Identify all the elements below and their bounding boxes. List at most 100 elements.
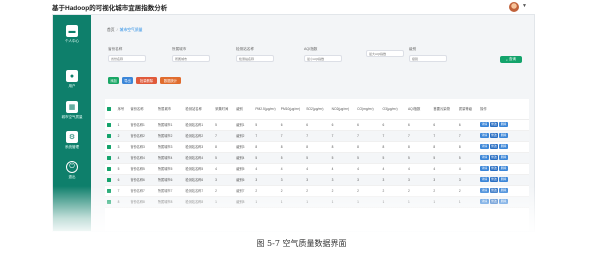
table-cell: 7: [405, 130, 432, 142]
row-actions: 详情修改删除: [478, 163, 529, 175]
delete-button[interactable]: 删除: [499, 166, 508, 171]
modify-button[interactable]: 修改: [489, 177, 499, 182]
avatar[interactable]: [509, 2, 519, 12]
row-checkbox[interactable]: [107, 155, 111, 160]
province-input[interactable]: [108, 55, 146, 62]
batch-delete-button[interactable]: 批量删除: [136, 77, 157, 84]
table-cell: 5: [253, 152, 279, 164]
table-cell: 8: [456, 141, 479, 153]
column-header: O3(μg/m³): [380, 99, 406, 120]
table-row[interactable]: 6 省份名称6 所属城市6 检测站名称6 3 级别6 3 3 3 3 3 3 3 3 3 详情 修改 删除: [105, 174, 529, 186]
table-cell: 7: [456, 130, 479, 142]
table-cell: 级别2: [234, 130, 254, 142]
table-cell: 省份名称3: [128, 141, 156, 153]
table-row[interactable]: 1 省份名称1 所属城市1 检测站名称1 5 级别1 5 6 6 6 6 6 6 6 6 详情 修改 删除: [105, 119, 529, 131]
table-cell: 7: [355, 130, 381, 142]
level-input[interactable]: [409, 55, 447, 62]
row-checkbox[interactable]: [107, 144, 111, 149]
aqi-min-input[interactable]: [304, 55, 342, 62]
column-header: 采集时间: [213, 99, 235, 120]
sidebar-item-users[interactable]: ● 用户: [53, 67, 91, 97]
filter-label: 省份名称: [108, 47, 123, 51]
detail-button[interactable]: 详情: [480, 177, 489, 182]
delete-button[interactable]: 删除: [499, 177, 508, 182]
delete-button[interactable]: 删除: [499, 133, 508, 138]
row-checkbox[interactable]: [107, 122, 111, 127]
column-header: PM2.5(μg/m³): [253, 99, 279, 120]
row-actions: 详情修改删除: [478, 174, 529, 186]
table-cell: 3: [431, 174, 457, 186]
row-actions: 详情修改删除: [478, 152, 529, 164]
table-cell: 3: [304, 174, 330, 186]
table-cell: 7: [380, 130, 406, 142]
chevron-down-icon[interactable]: ▼: [522, 3, 527, 9]
modify-button[interactable]: 修改: [489, 155, 499, 160]
table-cell: 6: [431, 119, 457, 131]
sidebar-item-profile[interactable]: ▬ 个人中心: [53, 22, 91, 52]
sidebar-item-system[interactable]: ⚙ 系统管理: [53, 128, 91, 158]
table-cell: 8: [431, 141, 457, 153]
figure-caption: 图 5-7 空气质量数据界面: [256, 239, 347, 248]
station-input[interactable]: [236, 55, 274, 62]
statistics-button[interactable]: 数据统计: [160, 77, 181, 84]
table-row[interactable]: 2 省份名称2 所属城市2 检测站名称2 7 级别2 7 7 7 7 7 7 7 7 7 详情 修改 删除: [105, 130, 529, 142]
detail-button[interactable]: 详情: [480, 122, 489, 127]
app-root: 基于Hadoop的可视化城市宜居指数分析 ▼ ▬ 个人中心 ● 用户 ▦ 城市空…: [0, 0, 603, 261]
table-row[interactable]: 5 省份名称5 所属城市5 检测站名称5 4 级别5 4 4 4 4 4 4 4 4 4 详情 修改 删除: [105, 163, 529, 175]
column-header: CO(mg/m³): [355, 99, 381, 120]
row-checkbox[interactable]: [107, 133, 111, 138]
table-cell: 5: [115, 163, 129, 175]
delete-button[interactable]: 删除: [499, 155, 508, 160]
delete-button[interactable]: 删除: [499, 122, 508, 127]
search-button-label: 查询: [508, 57, 516, 61]
detail-button[interactable]: 详情: [480, 144, 489, 149]
table-cell: 6: [329, 119, 356, 131]
table-cell: 8: [278, 141, 305, 153]
table-cell: 级别5: [234, 163, 254, 175]
delete-button[interactable]: 删除: [499, 144, 508, 149]
select-all-checkbox[interactable]: [107, 106, 111, 111]
app-title: 基于Hadoop的可视化城市宜居指数分析: [52, 5, 168, 12]
add-button[interactable]: 添加: [108, 77, 119, 84]
table-cell: 7: [304, 130, 330, 142]
detail-button[interactable]: 详情: [480, 133, 489, 138]
filter-label: 检测站名称: [236, 47, 254, 51]
modify-button[interactable]: 修改: [489, 166, 499, 171]
sidebar-item-label: 城市空气质量: [61, 115, 83, 119]
table-cell: 3: [456, 174, 479, 186]
table-header-row: 序号 省份名称 所属城市 检测站名称 采集时间 级别 PM2.5(μg/m³) PM10(μg…: [105, 99, 529, 120]
table-cell: 检测站名称2: [183, 130, 214, 142]
search-button[interactable]: ⌕ 查询: [500, 56, 522, 63]
detail-button[interactable]: 详情: [480, 166, 489, 171]
sidebar-item-label: 系统管理: [65, 145, 79, 149]
export-button[interactable]: 导出: [122, 77, 133, 84]
table-row[interactable]: 3 省份名称3 所属城市3 检测站名称3 8 级别3 8 8 8 8 8 8 8 8 8 详情 修改 删除: [105, 141, 529, 153]
table-row[interactable]: 4 省份名称4 所属城市4 检测站名称4 5 级别4 5 5 5 5 5 5 5 5 5 详情 修改 删除: [105, 152, 529, 164]
detail-button[interactable]: 详情: [480, 155, 489, 160]
row-checkbox[interactable]: [107, 177, 111, 182]
table-cell: 6: [355, 119, 381, 131]
modify-button[interactable]: 修改: [489, 133, 499, 138]
table-cell: 检测站名称4: [183, 152, 214, 164]
breadcrumb-separator: /: [116, 28, 118, 32]
breadcrumb-home[interactable]: 首页: [107, 28, 115, 32]
select-all-header[interactable]: [105, 99, 116, 120]
filter-label: 所属城市: [172, 47, 187, 51]
table-cell: 6: [278, 119, 305, 131]
row-actions: 详情修改删除: [478, 130, 529, 142]
table-cell: 级别3: [234, 141, 254, 153]
city-input[interactable]: [172, 55, 210, 62]
sidebar-item-air-quality[interactable]: ▦ 城市空气质量: [53, 98, 91, 128]
aqi-max-input[interactable]: [366, 50, 404, 57]
table-cell: 7: [431, 130, 457, 142]
row-checkbox[interactable]: [107, 166, 111, 171]
column-header: 检测站名称: [183, 99, 214, 120]
table-cell: 4: [253, 163, 279, 175]
modify-button[interactable]: 修改: [489, 122, 499, 127]
modify-button[interactable]: 修改: [489, 144, 499, 149]
sidebar-item-logout[interactable]: ⏻ 退出: [53, 158, 91, 188]
table-cell: 所属城市6: [155, 174, 184, 186]
column-header: NO2(μg/m³): [329, 99, 356, 120]
action-bar: 添加 导出 批量删除 数据统计: [108, 77, 181, 84]
filter-station: 检测站名称: [236, 47, 296, 62]
